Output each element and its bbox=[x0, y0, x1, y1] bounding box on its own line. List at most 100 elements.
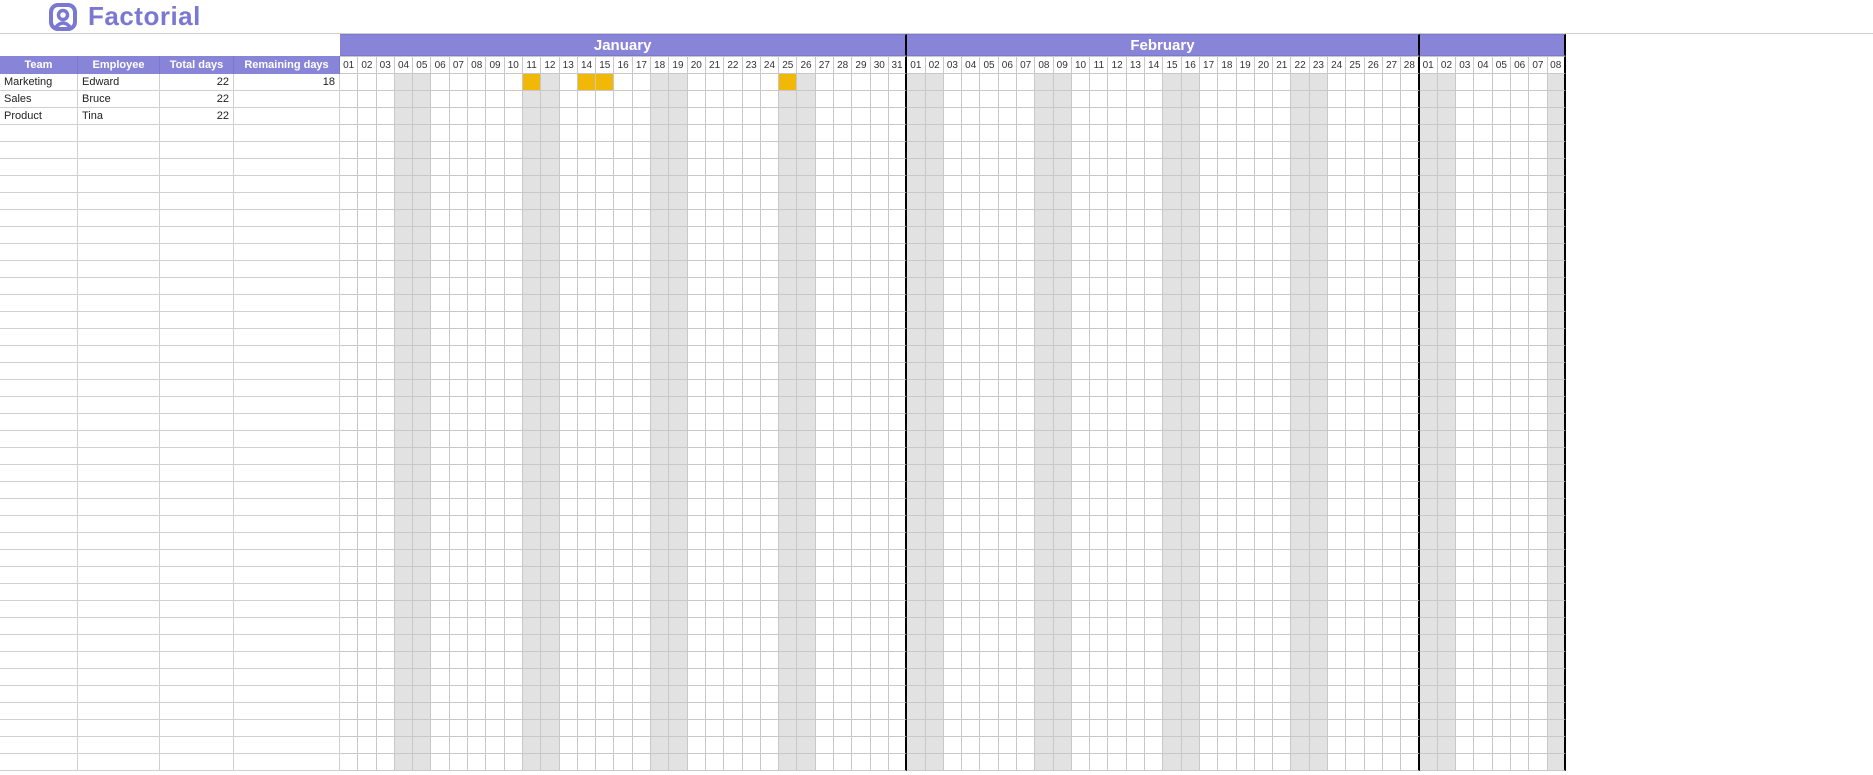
calendar-cell[interactable] bbox=[395, 669, 413, 686]
calendar-cell[interactable] bbox=[1346, 584, 1364, 601]
calendar-cell[interactable] bbox=[1365, 431, 1383, 448]
calendar-cell[interactable] bbox=[980, 431, 998, 448]
calendar-cell[interactable] bbox=[834, 686, 852, 703]
calendar-cell[interactable] bbox=[395, 380, 413, 397]
calendar-cell[interactable] bbox=[816, 278, 834, 295]
calendar-cell[interactable] bbox=[1474, 227, 1492, 244]
calendar-cell[interactable] bbox=[1017, 210, 1035, 227]
calendar-cell[interactable] bbox=[541, 584, 559, 601]
calendar-cell[interactable] bbox=[797, 414, 815, 431]
calendar-cell[interactable] bbox=[926, 159, 944, 176]
calendar-cell[interactable] bbox=[944, 431, 962, 448]
calendar-cell[interactable] bbox=[980, 193, 998, 210]
calendar-cell[interactable] bbox=[797, 159, 815, 176]
calendar-cell[interactable] bbox=[779, 193, 797, 210]
calendar-cell[interactable] bbox=[761, 431, 779, 448]
team-cell[interactable] bbox=[0, 601, 78, 618]
calendar-cell[interactable] bbox=[889, 448, 907, 465]
calendar-cell[interactable] bbox=[1365, 91, 1383, 108]
calendar-cell[interactable] bbox=[358, 567, 376, 584]
calendar-cell[interactable] bbox=[1291, 363, 1309, 380]
calendar-cell[interactable] bbox=[1346, 380, 1364, 397]
calendar-cell[interactable] bbox=[395, 227, 413, 244]
calendar-cell[interactable] bbox=[1438, 159, 1456, 176]
calendar-cell[interactable] bbox=[1108, 601, 1126, 618]
calendar-cell[interactable] bbox=[926, 74, 944, 91]
employee-cell[interactable] bbox=[78, 652, 160, 669]
calendar-cell[interactable] bbox=[1108, 499, 1126, 516]
calendar-cell[interactable] bbox=[706, 737, 724, 754]
calendar-cell[interactable] bbox=[797, 346, 815, 363]
calendar-cell[interactable] bbox=[1291, 499, 1309, 516]
calendar-cell[interactable] bbox=[1383, 176, 1401, 193]
calendar-cell[interactable] bbox=[1328, 295, 1346, 312]
calendar-cell[interactable] bbox=[486, 210, 504, 227]
calendar-cell[interactable] bbox=[1420, 737, 1438, 754]
calendar-cell[interactable] bbox=[688, 618, 706, 635]
calendar-cell[interactable] bbox=[1529, 278, 1547, 295]
calendar-cell[interactable] bbox=[1255, 533, 1273, 550]
calendar-cell[interactable] bbox=[505, 74, 523, 91]
calendar-cell[interactable] bbox=[962, 652, 980, 669]
calendar-cell[interactable] bbox=[1163, 703, 1181, 720]
calendar-cell[interactable] bbox=[1054, 346, 1072, 363]
total-cell[interactable] bbox=[160, 482, 234, 499]
calendar-cell[interactable] bbox=[1090, 686, 1108, 703]
calendar-cell[interactable] bbox=[706, 516, 724, 533]
calendar-cell[interactable] bbox=[889, 346, 907, 363]
calendar-cell[interactable] bbox=[596, 142, 614, 159]
calendar-cell[interactable] bbox=[999, 244, 1017, 261]
calendar-cell[interactable] bbox=[505, 227, 523, 244]
calendar-cell[interactable] bbox=[468, 516, 486, 533]
calendar-cell[interactable] bbox=[486, 584, 504, 601]
calendar-cell[interactable] bbox=[1438, 652, 1456, 669]
calendar-cell[interactable] bbox=[1420, 363, 1438, 380]
calendar-cell[interactable] bbox=[999, 193, 1017, 210]
calendar-cell[interactable] bbox=[724, 652, 742, 669]
calendar-cell[interactable] bbox=[779, 737, 797, 754]
calendar-cell[interactable] bbox=[340, 329, 358, 346]
calendar-cell[interactable] bbox=[450, 550, 468, 567]
calendar-cell[interactable] bbox=[724, 312, 742, 329]
calendar-cell[interactable] bbox=[413, 108, 431, 125]
calendar-cell[interactable] bbox=[651, 142, 669, 159]
calendar-cell[interactable] bbox=[1310, 618, 1328, 635]
calendar-cell[interactable] bbox=[1291, 567, 1309, 584]
calendar-cell[interactable] bbox=[578, 601, 596, 618]
calendar-cell[interactable] bbox=[1493, 499, 1511, 516]
employee-cell[interactable] bbox=[78, 669, 160, 686]
calendar-cell[interactable] bbox=[980, 414, 998, 431]
calendar-cell[interactable] bbox=[1072, 108, 1090, 125]
calendar-cell[interactable] bbox=[651, 584, 669, 601]
calendar-cell[interactable] bbox=[907, 108, 925, 125]
calendar-cell[interactable] bbox=[651, 295, 669, 312]
calendar-cell[interactable] bbox=[578, 584, 596, 601]
calendar-cell[interactable] bbox=[1127, 584, 1145, 601]
calendar-cell[interactable] bbox=[431, 448, 449, 465]
calendar-cell[interactable] bbox=[1054, 91, 1072, 108]
calendar-cell[interactable] bbox=[1145, 448, 1163, 465]
calendar-cell[interactable] bbox=[596, 754, 614, 771]
calendar-cell[interactable] bbox=[1163, 380, 1181, 397]
calendar-cell[interactable] bbox=[413, 227, 431, 244]
calendar-cell[interactable] bbox=[1163, 482, 1181, 499]
calendar-cell[interactable] bbox=[377, 533, 395, 550]
calendar-cell[interactable] bbox=[1291, 176, 1309, 193]
calendar-cell[interactable] bbox=[596, 346, 614, 363]
calendar-cell[interactable] bbox=[377, 397, 395, 414]
calendar-cell[interactable] bbox=[1328, 737, 1346, 754]
calendar-cell[interactable] bbox=[505, 516, 523, 533]
calendar-cell[interactable] bbox=[724, 346, 742, 363]
calendar-cell[interactable] bbox=[1401, 652, 1419, 669]
calendar-cell[interactable] bbox=[1493, 465, 1511, 482]
calendar-cell[interactable] bbox=[999, 210, 1017, 227]
calendar-cell[interactable] bbox=[395, 142, 413, 159]
calendar-cell[interactable] bbox=[505, 244, 523, 261]
calendar-cell[interactable] bbox=[614, 346, 632, 363]
calendar-cell[interactable] bbox=[871, 431, 889, 448]
calendar-cell[interactable] bbox=[926, 635, 944, 652]
calendar-cell[interactable] bbox=[1346, 448, 1364, 465]
calendar-cell[interactable] bbox=[523, 142, 541, 159]
calendar-cell[interactable] bbox=[541, 261, 559, 278]
calendar-cell[interactable] bbox=[980, 516, 998, 533]
